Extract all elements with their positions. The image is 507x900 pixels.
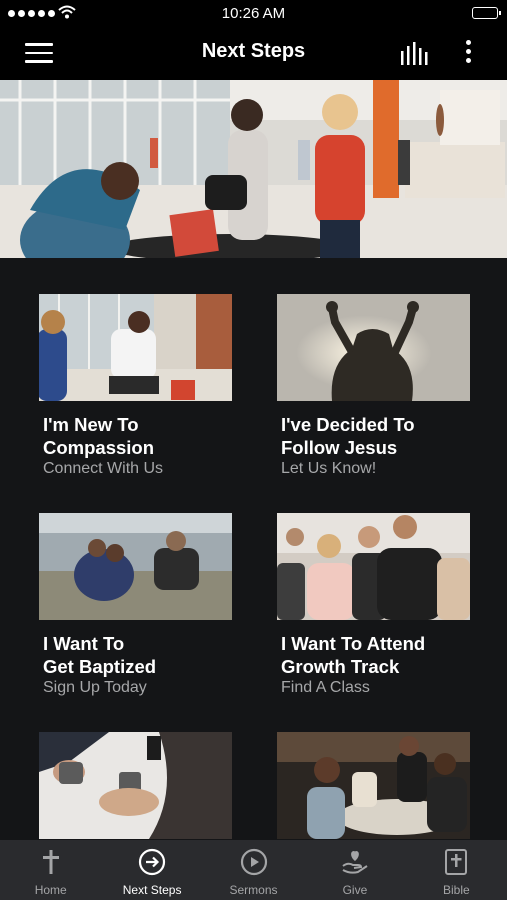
card-growth-track[interactable]: I Want To Attend Growth Track Find A Cla… [277, 513, 470, 697]
tab-label: Next Steps [122, 883, 182, 897]
status-bar: 10:26 AM [0, 0, 507, 28]
card-title: I'm New To Compassion [43, 414, 155, 458]
card-image [277, 732, 470, 839]
status-time: 10:26 AM [221, 5, 286, 22]
tab-home[interactable]: Home [0, 840, 101, 900]
tab-label: Sermons [229, 883, 278, 897]
card-subtitle: Let Us Know! [281, 460, 377, 477]
tab-label: Home [34, 883, 67, 897]
hero-image [0, 80, 507, 258]
tab-bible[interactable]: Bible [406, 840, 507, 900]
card-im-new[interactable]: I'm New To Compassion Connect With Us [39, 294, 232, 478]
card-get-baptized[interactable]: I Want To Get Baptized Sign Up Today [39, 513, 232, 697]
tab-label: Bible [442, 883, 470, 897]
card-image [277, 294, 470, 401]
card-sixth[interactable] [277, 732, 470, 851]
tab-sermons[interactable]: Sermons [203, 840, 304, 900]
tab-label: Give [342, 883, 368, 897]
battery-icon [472, 7, 501, 19]
card-subtitle: Find A Class [281, 679, 370, 696]
audio-bars-icon[interactable] [400, 42, 430, 66]
play-circle-icon [240, 848, 267, 876]
card-decided-to-follow-jesus[interactable]: I've Decided To Follow Jesus Let Us Know… [277, 294, 470, 478]
card-title: I've Decided To Follow Jesus [281, 414, 415, 458]
cross-icon [42, 850, 59, 874]
tab-bar: Home Next Steps Sermons Give Bible [0, 840, 507, 900]
card-fifth[interactable] [39, 732, 232, 851]
more-options-icon[interactable] [458, 40, 478, 68]
card-image [39, 513, 232, 620]
hand-heart-icon [342, 851, 368, 874]
card-title: I Want To Attend Growth Track [281, 633, 426, 677]
card-image [39, 732, 232, 839]
card-image [39, 294, 232, 401]
card-image [277, 513, 470, 620]
navigation-bar: Next Steps [0, 28, 507, 80]
arrow-circle-icon [139, 848, 166, 876]
card-subtitle: Connect With Us [43, 460, 164, 477]
tab-give[interactable]: Give [304, 840, 405, 900]
bible-icon [445, 849, 468, 875]
page-title: Next Steps [201, 40, 306, 62]
card-subtitle: Sign Up Today [43, 679, 147, 696]
tab-next-steps[interactable]: Next Steps [101, 840, 202, 900]
card-title: I Want To Get Baptized [43, 633, 157, 677]
